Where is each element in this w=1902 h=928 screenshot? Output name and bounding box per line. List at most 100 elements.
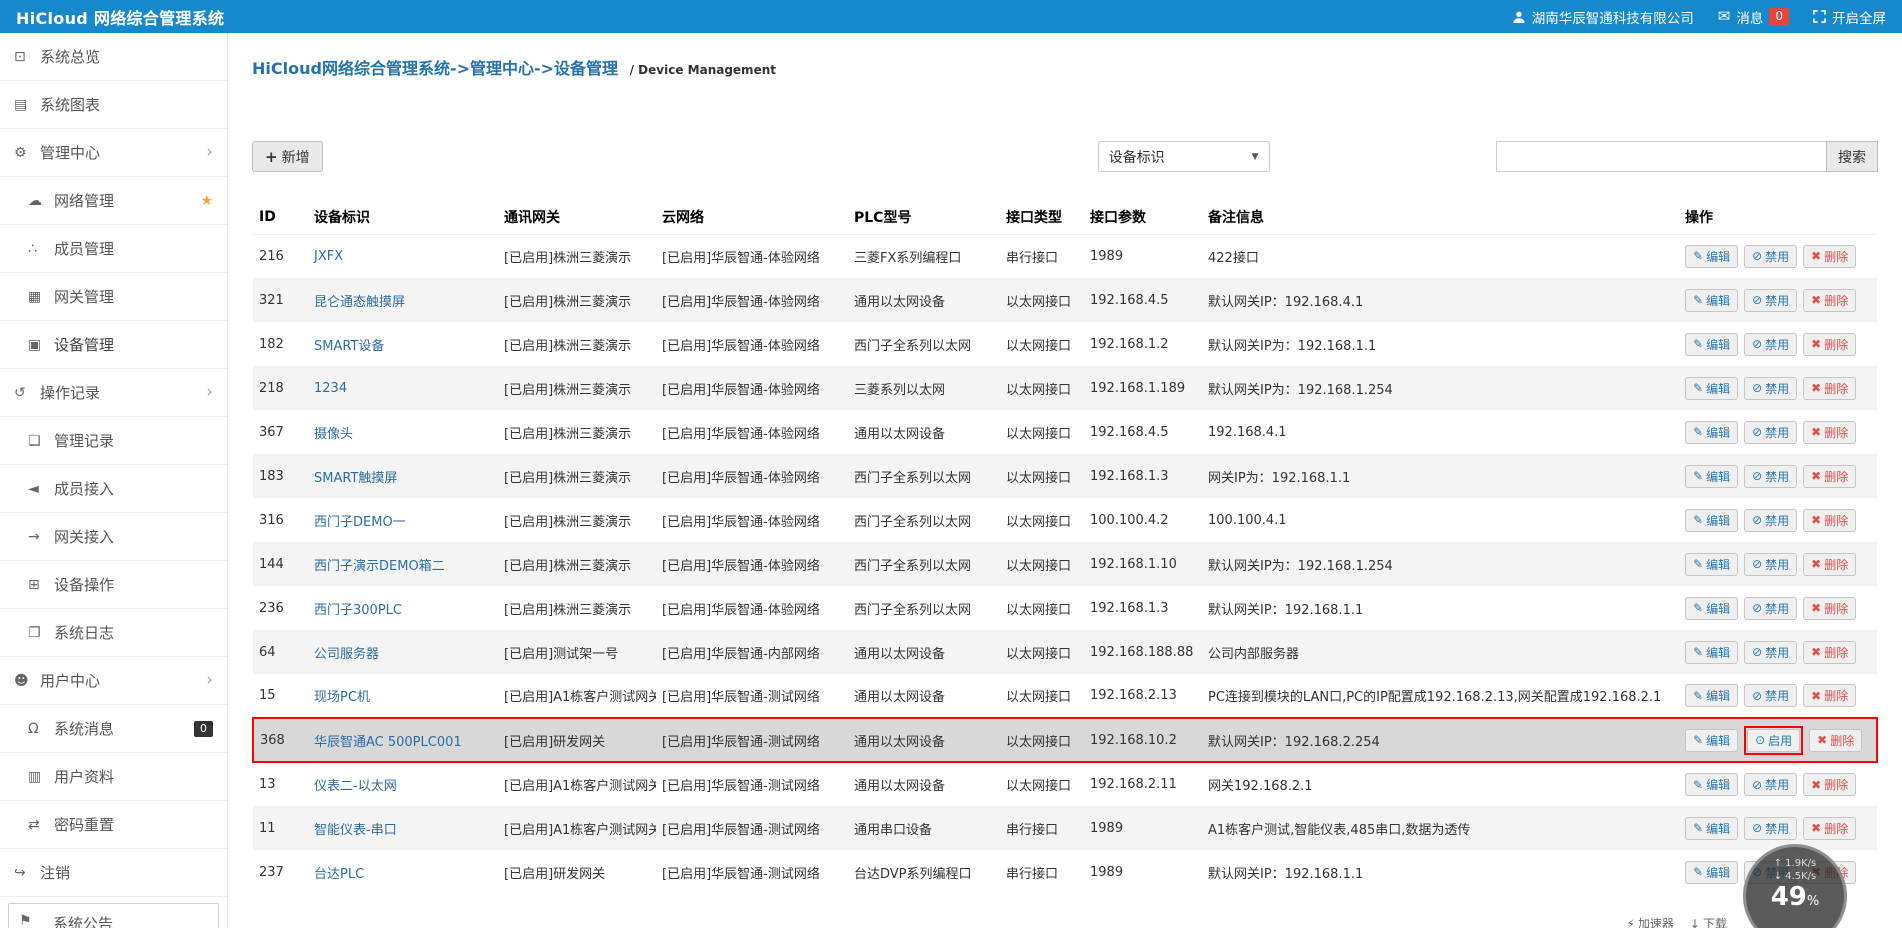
- device-link[interactable]: 西门子DEMO一: [314, 515, 406, 530]
- edit-button[interactable]: ✎编辑: [1685, 289, 1738, 312]
- delete-button[interactable]: ✖删除: [1803, 465, 1856, 488]
- download-tool[interactable]: ↓ 下载: [1690, 915, 1727, 928]
- delete-button[interactable]: ✖删除: [1803, 509, 1856, 532]
- edit-button[interactable]: ✎编辑: [1685, 597, 1738, 620]
- sidebar-item-label: 用户资料: [54, 766, 114, 787]
- disable-button[interactable]: ⊘禁用: [1744, 641, 1797, 664]
- sidebar-item-member-mgmt[interactable]: ∴成员管理: [0, 225, 227, 273]
- download-icon: ↓: [1690, 917, 1700, 928]
- disable-button[interactable]: ⊘禁用: [1744, 597, 1797, 620]
- delete-button[interactable]: ✖删除: [1803, 817, 1856, 840]
- sidebar-item-network-mgmt[interactable]: ☁网络管理★: [0, 177, 227, 225]
- favorite-star-icon[interactable]: ★: [200, 193, 213, 209]
- sidebar-item-charts[interactable]: ▤系统图表: [0, 81, 227, 129]
- cell-gateway: [已启用]株洲三菱演示: [498, 234, 656, 278]
- delete-button[interactable]: ✖删除: [1803, 597, 1856, 620]
- disable-button[interactable]: ⊘禁用: [1744, 333, 1797, 356]
- disable-button[interactable]: ⊘禁用: [1744, 465, 1797, 488]
- edit-button[interactable]: ✎编辑: [1685, 333, 1738, 356]
- delete-button[interactable]: ✖删除: [1803, 421, 1856, 444]
- device-link[interactable]: 现场PC机: [314, 690, 370, 705]
- device-link[interactable]: 昆仑通态触摸屏: [314, 295, 405, 310]
- delete-button[interactable]: ✖删除: [1803, 641, 1856, 664]
- add-device-button[interactable]: + 新增: [252, 141, 323, 172]
- disable-button[interactable]: ⊘禁用: [1744, 289, 1797, 312]
- sidebar-item-label: 设备操作: [54, 574, 114, 595]
- device-link[interactable]: JXFX: [314, 249, 343, 264]
- sidebar-item-logout[interactable]: ↪注销: [0, 849, 227, 897]
- disable-button[interactable]: ⊘禁用: [1744, 773, 1797, 796]
- edit-button[interactable]: ✎编辑: [1685, 641, 1738, 664]
- delete-button-icon: ✖: [1811, 601, 1821, 615]
- disable-button[interactable]: ⊘禁用: [1744, 509, 1797, 532]
- sidebar-item-device-ops[interactable]: ⊞设备操作: [0, 561, 227, 609]
- disable-button[interactable]: ⊘禁用: [1744, 817, 1797, 840]
- delete-button[interactable]: ✖删除: [1803, 684, 1856, 707]
- sidebar-item-label: 系统总览: [40, 46, 100, 67]
- delete-button[interactable]: ✖删除: [1803, 289, 1856, 312]
- sidebar-item-member-access[interactable]: ◄成员接入: [0, 465, 227, 513]
- delete-button[interactable]: ✖删除: [1803, 553, 1856, 576]
- device-link[interactable]: 摄像头: [314, 427, 353, 442]
- device-link[interactable]: 1234: [314, 381, 347, 396]
- sidebar-item-password-reset[interactable]: ⇄密码重置: [0, 801, 227, 849]
- edit-button[interactable]: ✎编辑: [1685, 465, 1738, 488]
- accelerator-tool[interactable]: ⚡ 加速器: [1626, 915, 1673, 928]
- delete-button[interactable]: ✖删除: [1803, 377, 1856, 400]
- sidebar-item-user-profile[interactable]: ▥用户资料: [0, 753, 227, 801]
- device-link[interactable]: 仪表二-以太网: [314, 779, 397, 794]
- edit-button[interactable]: ✎编辑: [1685, 553, 1738, 576]
- device-link[interactable]: 公司服务器: [314, 647, 379, 662]
- edit-button[interactable]: ✎编辑: [1685, 377, 1738, 400]
- sidebar-item-gateway-mgmt[interactable]: ▦网关管理: [0, 273, 227, 321]
- device-link[interactable]: 西门子300PLC: [314, 603, 402, 618]
- disable-button[interactable]: ⊘禁用: [1744, 421, 1797, 444]
- device-link[interactable]: 华辰智通AC 500PLC001: [314, 735, 462, 750]
- cell-plc-model: 西门子全系列以太网: [848, 586, 1000, 630]
- device-link[interactable]: 智能仪表-串口: [314, 823, 397, 838]
- edit-button[interactable]: ✎编辑: [1685, 245, 1738, 268]
- document-icon: ❏: [28, 433, 54, 449]
- sidebar-item-announcement[interactable]: ⚑ 系统公告: [8, 903, 219, 928]
- sidebar-item-label: 管理中心: [40, 142, 100, 163]
- enable-button[interactable]: ⊙启用: [1747, 729, 1800, 752]
- delete-button[interactable]: ✖删除: [1809, 729, 1862, 752]
- edit-button[interactable]: ✎编辑: [1685, 684, 1738, 707]
- page-subtitle: / Device Management: [630, 63, 776, 77]
- device-link[interactable]: SMART触摸屏: [314, 471, 397, 486]
- device-link[interactable]: SMART设备: [314, 339, 384, 354]
- edit-button[interactable]: ✎编辑: [1685, 509, 1738, 532]
- edit-button[interactable]: ✎编辑: [1685, 729, 1738, 752]
- sidebar-item-overview[interactable]: ⊡系统总览: [0, 33, 227, 81]
- device-link[interactable]: 西门子演示DEMO箱二: [314, 559, 445, 574]
- sidebar-item-system-logs[interactable]: ❐系统日志: [0, 609, 227, 657]
- filter-field-select[interactable]: 设备标识 ▼: [1098, 141, 1270, 172]
- edit-button[interactable]: ✎编辑: [1685, 861, 1738, 884]
- search-button[interactable]: 搜索: [1826, 141, 1878, 172]
- delete-button[interactable]: ✖删除: [1803, 245, 1856, 268]
- sidebar-item-gateway-access[interactable]: →网关接入: [0, 513, 227, 561]
- delete-button[interactable]: ✖删除: [1803, 773, 1856, 796]
- sidebar-item-system-messages[interactable]: Ω系统消息0: [0, 705, 227, 753]
- sidebar-item-admin-center[interactable]: ⚙管理中心›: [0, 129, 227, 177]
- disable-button[interactable]: ⊘禁用: [1744, 684, 1797, 707]
- sidebar-item-admin-records[interactable]: ❏管理记录: [0, 417, 227, 465]
- disable-button[interactable]: ⊘禁用: [1744, 245, 1797, 268]
- disable-button-icon: ⊘: [1752, 645, 1762, 659]
- edit-button[interactable]: ✎编辑: [1685, 421, 1738, 444]
- disable-button[interactable]: ⊘禁用: [1744, 553, 1797, 576]
- delete-button[interactable]: ✖删除: [1803, 333, 1856, 356]
- sidebar-item-op-records[interactable]: ↺操作记录›: [0, 369, 227, 417]
- edit-button[interactable]: ✎编辑: [1685, 817, 1738, 840]
- disable-button[interactable]: ⊘禁用: [1744, 377, 1797, 400]
- sidebar-item-user-center[interactable]: ☻用户中心›: [0, 657, 227, 705]
- sidebar-item-device-mgmt[interactable]: ▣设备管理: [0, 321, 227, 369]
- edit-button[interactable]: ✎编辑: [1685, 773, 1738, 796]
- table-row: 2181234[已启用]株洲三菱演示[已启用]华辰智通-体验网络三菱系列以太网以…: [253, 366, 1877, 410]
- account-menu[interactable]: 湖南华辰智通科技有限公司: [1512, 7, 1694, 27]
- device-link[interactable]: 台达PLC: [314, 867, 364, 882]
- messages-menu[interactable]: ✉ 消息 0: [1718, 7, 1789, 27]
- fullscreen-toggle[interactable]: 开启全屏: [1813, 7, 1886, 27]
- cell-interface-type: 以太网接口: [1000, 454, 1084, 498]
- search-input[interactable]: [1496, 141, 1826, 172]
